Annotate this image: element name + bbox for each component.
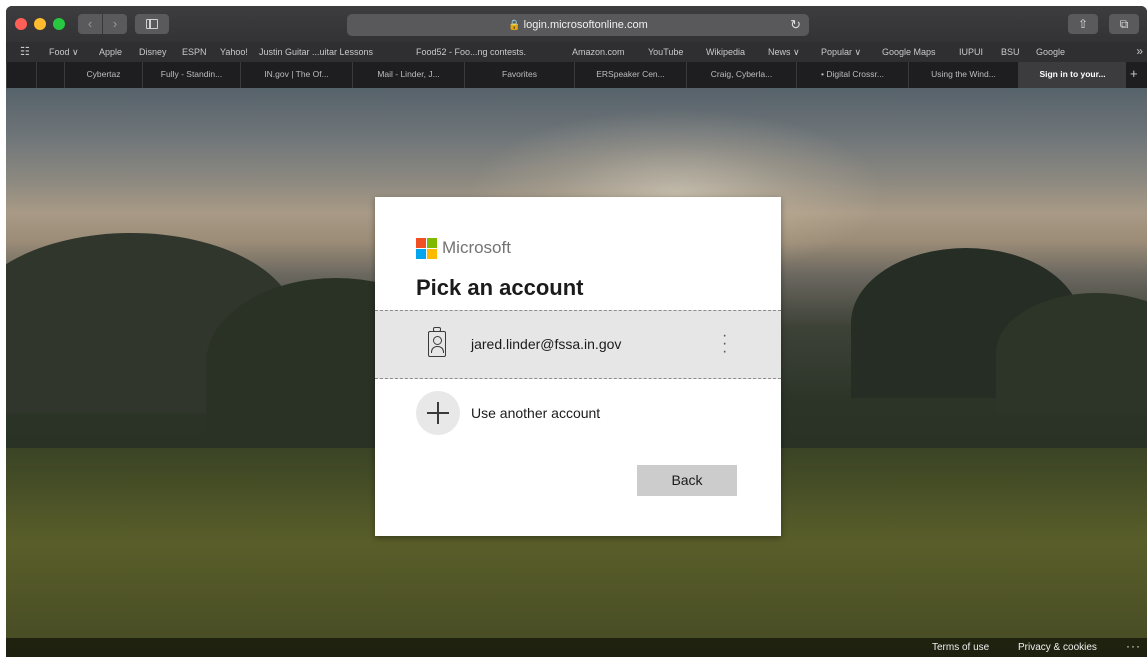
bookmark-item[interactable]: Apple: [99, 47, 122, 57]
bookmark-item[interactable]: Food52 - Foo...ng contests.: [416, 47, 526, 57]
new-tab-icon[interactable]: +: [1130, 62, 1138, 86]
tab[interactable]: IN.gov | The Of...: [240, 62, 352, 88]
url-text: login.microsoftonline.com: [523, 19, 648, 31]
tab[interactable]: Mail - Linder, J...: [352, 62, 464, 88]
account-email: jared.linder@fssa.in.gov: [471, 336, 622, 352]
tab[interactable]: [6, 62, 36, 88]
bookmark-item[interactable]: Amazon.com: [572, 47, 625, 57]
reload-icon[interactable]: ↻: [790, 14, 801, 36]
zoom-window-button[interactable]: [53, 18, 65, 30]
more-options-icon[interactable]: ···: [1126, 639, 1141, 653]
dialog-title: Pick an account: [416, 275, 584, 300]
page-footer: Terms of use Privacy & cookies ···: [6, 638, 1147, 657]
badge-icon: [428, 331, 446, 357]
microsoft-wordmark: Microsoft: [442, 238, 511, 257]
terms-of-use-link[interactable]: Terms of use: [932, 642, 989, 653]
bookmark-item[interactable]: IUPUI: [959, 47, 983, 57]
back-arrow-icon[interactable]: ‹: [78, 14, 102, 34]
bookmark-item[interactable]: Wikipedia: [706, 47, 745, 57]
bookmark-item[interactable]: Justin Guitar ...uitar Lessons: [259, 47, 373, 57]
plus-icon: [416, 391, 460, 435]
bookmark-item[interactable]: YouTube: [648, 47, 683, 57]
account-picker-dialog: Microsoft Pick an account jared.linder@f…: [375, 197, 781, 536]
address-bar[interactable]: 🔒 login.microsoftonline.com ↻: [347, 14, 809, 36]
bookmark-item[interactable]: Popular ∨: [821, 47, 861, 58]
tab[interactable]: [36, 62, 64, 88]
privacy-cookies-link[interactable]: Privacy & cookies: [1018, 642, 1097, 653]
tab[interactable]: • Digital Crossr...: [796, 62, 908, 88]
kebab-icon[interactable]: · · ·: [722, 328, 727, 360]
bookmark-item[interactable]: News ∨: [768, 47, 800, 58]
bookmarks-overflow-icon[interactable]: »: [1136, 44, 1143, 58]
close-window-button[interactable]: [15, 18, 27, 30]
sidebar-icon[interactable]: [135, 14, 169, 34]
lock-icon: 🔒: [508, 20, 521, 31]
badge-clip: [433, 327, 441, 332]
browser-window: ‹ › 🔒 login.microsoftonline.com ↻ ⇧ ⧉ ☷ F…: [6, 6, 1147, 657]
browser-toolbar: ‹ › 🔒 login.microsoftonline.com ↻ ⇧ ⧉: [6, 6, 1147, 42]
bookmark-item[interactable]: Disney: [139, 47, 167, 57]
tab[interactable]: Fully - Standin...: [142, 62, 240, 88]
bookmark-item[interactable]: ESPN: [182, 47, 207, 57]
tab[interactable]: Using the Wind...: [908, 62, 1018, 88]
forward-arrow-icon[interactable]: ›: [103, 14, 127, 34]
microsoft-logo-icon: [416, 238, 437, 259]
tab[interactable]: Cybertaz: [64, 62, 142, 88]
tab[interactable]: ERSpeaker Cen...: [574, 62, 686, 88]
tab-bar: Cybertaz Fully - Standin... IN.gov | The…: [6, 62, 1147, 88]
back-button[interactable]: Back: [637, 465, 737, 496]
tab[interactable]: Favorites: [464, 62, 574, 88]
bookmarks-bar: ☷ Food ∨ Apple Disney ESPN Yahoo! Justin…: [6, 42, 1147, 62]
minimize-window-button[interactable]: [34, 18, 46, 30]
tab[interactable]: Craig, Cyberla...: [686, 62, 796, 88]
use-another-account-tile[interactable]: Use another account: [375, 379, 781, 445]
bookmark-item[interactable]: Yahoo!: [220, 47, 248, 57]
bookmark-item[interactable]: Food ∨: [49, 47, 79, 58]
bookmark-item[interactable]: Google: [1036, 47, 1065, 57]
bookmark-item[interactable]: BSU: [1001, 47, 1020, 57]
use-another-account-label: Use another account: [471, 405, 601, 421]
account-tile[interactable]: jared.linder@fssa.in.gov · · ·: [375, 310, 781, 379]
grid-icon[interactable]: ☷: [20, 45, 30, 58]
tabs-icon[interactable]: ⧉: [1109, 14, 1139, 34]
bookmark-item[interactable]: Google Maps: [882, 47, 936, 57]
share-icon[interactable]: ⇧: [1068, 14, 1098, 34]
tab-active[interactable]: Sign in to your...: [1018, 62, 1126, 88]
page-background: Microsoft Pick an account jared.linder@f…: [6, 88, 1147, 657]
